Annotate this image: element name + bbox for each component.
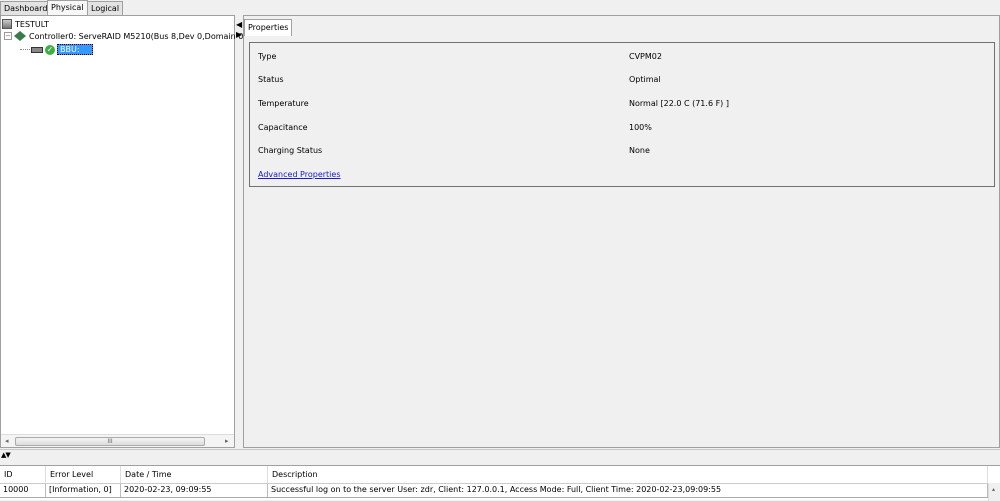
col-header-description[interactable]: Description <box>268 466 988 483</box>
scroll-right-icon[interactable]: ▸ <box>225 437 229 445</box>
cell-date-time: 2020-02-23, 09:09:55 <box>121 484 268 497</box>
scroll-left-icon[interactable]: ◂ <box>5 437 9 445</box>
prop-value-type: CVPM02 <box>629 52 662 61</box>
controller-icon <box>14 31 26 41</box>
tab-dashboard[interactable]: Dashboard <box>0 1 52 15</box>
tab-physical[interactable]: Physical <box>47 0 88 15</box>
prop-label-temperature: Temperature <box>258 99 309 108</box>
prop-label-type: Type <box>258 52 277 61</box>
server-icon <box>2 19 12 29</box>
collapse-icon[interactable]: − <box>4 32 12 40</box>
scroll-up-icon[interactable]: ▴ <box>992 486 995 493</box>
prop-value-status: Optimal <box>629 75 661 84</box>
col-header-date-time[interactable]: Date / Time <box>121 466 268 483</box>
prop-value-capacitance: 100% <box>629 123 652 132</box>
bbu-label: BBU: <box>57 44 93 55</box>
controller-label: Controller0: ServeRAID M5210(Bus 8,Dev 0… <box>29 31 244 41</box>
advanced-properties-link[interactable]: Advanced Properties <box>258 170 341 179</box>
scroll-thumb[interactable]: III <box>15 437 205 446</box>
horizontal-scrollbar[interactable]: ◂ III ▸ <box>1 434 234 447</box>
col-header-error-level[interactable]: Error Level <box>46 466 121 483</box>
device-tree: TESTULT − Controller0: ServeRAID M5210(B… <box>0 15 243 448</box>
scroll-grip: III <box>107 438 113 445</box>
tab-properties[interactable]: Properties <box>244 19 292 36</box>
server-label: TESTULT <box>15 19 50 29</box>
battery-icon <box>31 46 43 53</box>
vertical-scrollbar[interactable]: ▴ <box>988 483 1000 501</box>
status-ok-icon: ✓ <box>45 44 55 55</box>
tree-node-bbu[interactable]: ✓ BBU: <box>20 44 93 55</box>
prop-label-status: Status <box>258 75 284 84</box>
properties-box: Type CVPM02 Status Optimal Temperature N… <box>249 42 995 187</box>
tab-logical[interactable]: Logical <box>87 1 124 15</box>
collapse-left-icon[interactable]: ◀ <box>236 20 242 29</box>
prop-label-charging-status: Charging Status <box>258 146 323 155</box>
expand-right-icon[interactable]: ▶ <box>236 30 242 39</box>
splitter-arrows-icon[interactable]: ▲▼ <box>1 451 11 459</box>
event-log-table: ID Error Level Date / Time Description 1… <box>0 465 1000 501</box>
tree-node-controller[interactable]: − Controller0: ServeRAID M5210(Bus 8,Dev… <box>4 31 243 41</box>
prop-value-charging-status: None <box>629 146 650 155</box>
cell-description: Successful log on to the server User: zd… <box>268 484 988 497</box>
cell-error-level: [Information, 0] <box>46 484 121 497</box>
cell-id: 10000 <box>0 484 46 497</box>
prop-label-capacitance: Capacitance <box>258 123 308 132</box>
prop-value-temperature: Normal [22.0 C (71.6 F) ] <box>629 99 729 108</box>
col-header-id[interactable]: ID <box>0 466 46 483</box>
tree-node-server[interactable]: TESTULT <box>2 19 49 29</box>
